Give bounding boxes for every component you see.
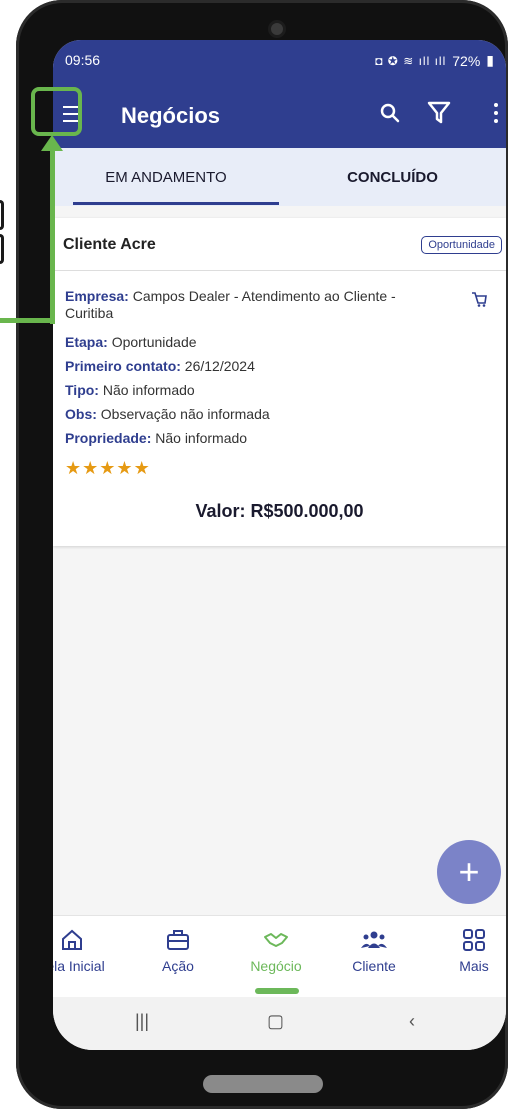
star-icon: ★ bbox=[133, 458, 151, 478]
star-icon: ★ bbox=[116, 458, 134, 478]
menu-highlight-box bbox=[31, 87, 82, 136]
client-name: Cliente Acre bbox=[63, 236, 156, 253]
nav-home[interactable]: Tela Inicial bbox=[53, 926, 117, 974]
search-button[interactable] bbox=[375, 98, 405, 128]
cart-icon[interactable] bbox=[470, 290, 488, 308]
stage-row: Etapa: Oportunidade bbox=[65, 334, 197, 350]
deal-card[interactable]: Cliente Acre Oportunidade Empresa: Campo… bbox=[53, 218, 506, 546]
nav-action[interactable]: Ação bbox=[133, 926, 223, 974]
notes-label: Obs: bbox=[65, 406, 97, 422]
phone-frame: 09:56 ◘ ✪ ≋ ıll ıll 72% ▮ Negócios EM AN… bbox=[16, 0, 508, 1109]
rating-stars: ★★★★★ bbox=[65, 458, 151, 479]
grid-icon bbox=[463, 929, 485, 951]
type-value: Não informado bbox=[102, 382, 195, 398]
nav-client-label: Cliente bbox=[352, 958, 396, 974]
status-bar: 09:56 ◘ ✪ ≋ ıll ıll 72% ▮ bbox=[53, 40, 506, 82]
status-time: 09:56 bbox=[65, 52, 101, 68]
front-camera bbox=[268, 20, 286, 38]
arrow-line-horizontal bbox=[0, 318, 55, 323]
company-label: Empresa: bbox=[65, 288, 129, 304]
tab-completed[interactable]: CONCLUÍDO bbox=[279, 148, 506, 206]
users-icon bbox=[361, 931, 387, 948]
type-label: Tipo: bbox=[65, 382, 99, 398]
home-system-icon[interactable]: ▢ bbox=[267, 1011, 284, 1032]
nav-deal[interactable]: Negócio bbox=[231, 926, 321, 974]
add-deal-button[interactable]: + bbox=[437, 840, 501, 904]
arrow-line-vertical bbox=[50, 148, 55, 324]
stage-label: Etapa: bbox=[65, 334, 108, 350]
status-badge: Oportunidade bbox=[421, 236, 502, 254]
bottom-navigation: Tela Inicial Ação Negócio Cliente Mais bbox=[53, 915, 506, 997]
home-indicator bbox=[203, 1075, 323, 1093]
stage-value: Oportunidade bbox=[111, 334, 197, 350]
nav-more[interactable]: Mais bbox=[429, 926, 506, 974]
recent-apps-icon[interactable]: ||| bbox=[135, 1011, 149, 1032]
card-divider bbox=[53, 270, 506, 271]
first-contact-label: Primeiro contato: bbox=[65, 358, 181, 374]
notes-value: Observação não informada bbox=[100, 406, 270, 422]
cropped-side-glyphs bbox=[0, 196, 14, 286]
system-navigation-bar: ||| ▢ ‹ bbox=[53, 997, 506, 1050]
nav-client[interactable]: Cliente bbox=[329, 926, 419, 974]
type-row: Tipo: Não informado bbox=[65, 382, 195, 398]
filter-button[interactable] bbox=[423, 96, 455, 128]
app-bar: Negócios bbox=[53, 82, 506, 148]
battery-icon: ▮ bbox=[486, 52, 494, 68]
nav-deal-label: Negócio bbox=[250, 958, 302, 974]
filter-icon bbox=[427, 101, 451, 124]
nav-action-label: Ação bbox=[162, 958, 194, 974]
nav-more-label: Mais bbox=[459, 958, 489, 974]
company-row: Empresa: Campos Dealer - Atendimento ao … bbox=[65, 288, 445, 322]
search-icon bbox=[380, 103, 400, 123]
active-tab-indicator bbox=[73, 202, 279, 205]
property-label: Propriedade: bbox=[65, 430, 152, 446]
home-icon bbox=[62, 929, 82, 950]
back-icon[interactable]: ‹ bbox=[409, 1011, 415, 1032]
briefcase-icon bbox=[167, 930, 189, 950]
tab-in-progress[interactable]: EM ANDAMENTO bbox=[53, 148, 279, 206]
star-icon: ★ bbox=[82, 458, 100, 478]
property-row: Propriedade: Não informado bbox=[65, 430, 247, 446]
star-icon: ★ bbox=[65, 458, 83, 478]
more-options-button[interactable] bbox=[489, 98, 503, 128]
handshake-icon bbox=[264, 933, 288, 947]
app-screen: 09:56 ◘ ✪ ≋ ıll ıll 72% ▮ Negócios EM AN… bbox=[53, 40, 506, 1050]
tab-bar: EM ANDAMENTO CONCLUÍDO bbox=[53, 148, 506, 206]
property-value: Não informado bbox=[155, 430, 248, 446]
deal-value: Valor: R$500.000,00 bbox=[195, 501, 364, 521]
signal-icon: ◘ ✪ ≋ ıll ıll bbox=[375, 53, 447, 68]
nav-home-label: Tela Inicial bbox=[53, 958, 105, 974]
page-title: Negócios bbox=[121, 103, 221, 128]
plus-icon: + bbox=[458, 851, 480, 892]
active-nav-indicator bbox=[255, 988, 299, 994]
battery-level: 72% bbox=[452, 52, 481, 69]
status-right: ◘ ✪ ≋ ıll ıll 72% ▮ bbox=[375, 52, 494, 69]
star-icon: ★ bbox=[99, 458, 117, 478]
first-contact-value: 26/12/2024 bbox=[184, 358, 255, 374]
first-contact-row: Primeiro contato: 26/12/2024 bbox=[65, 358, 255, 374]
notes-row: Obs: Observação não informada bbox=[65, 406, 270, 422]
